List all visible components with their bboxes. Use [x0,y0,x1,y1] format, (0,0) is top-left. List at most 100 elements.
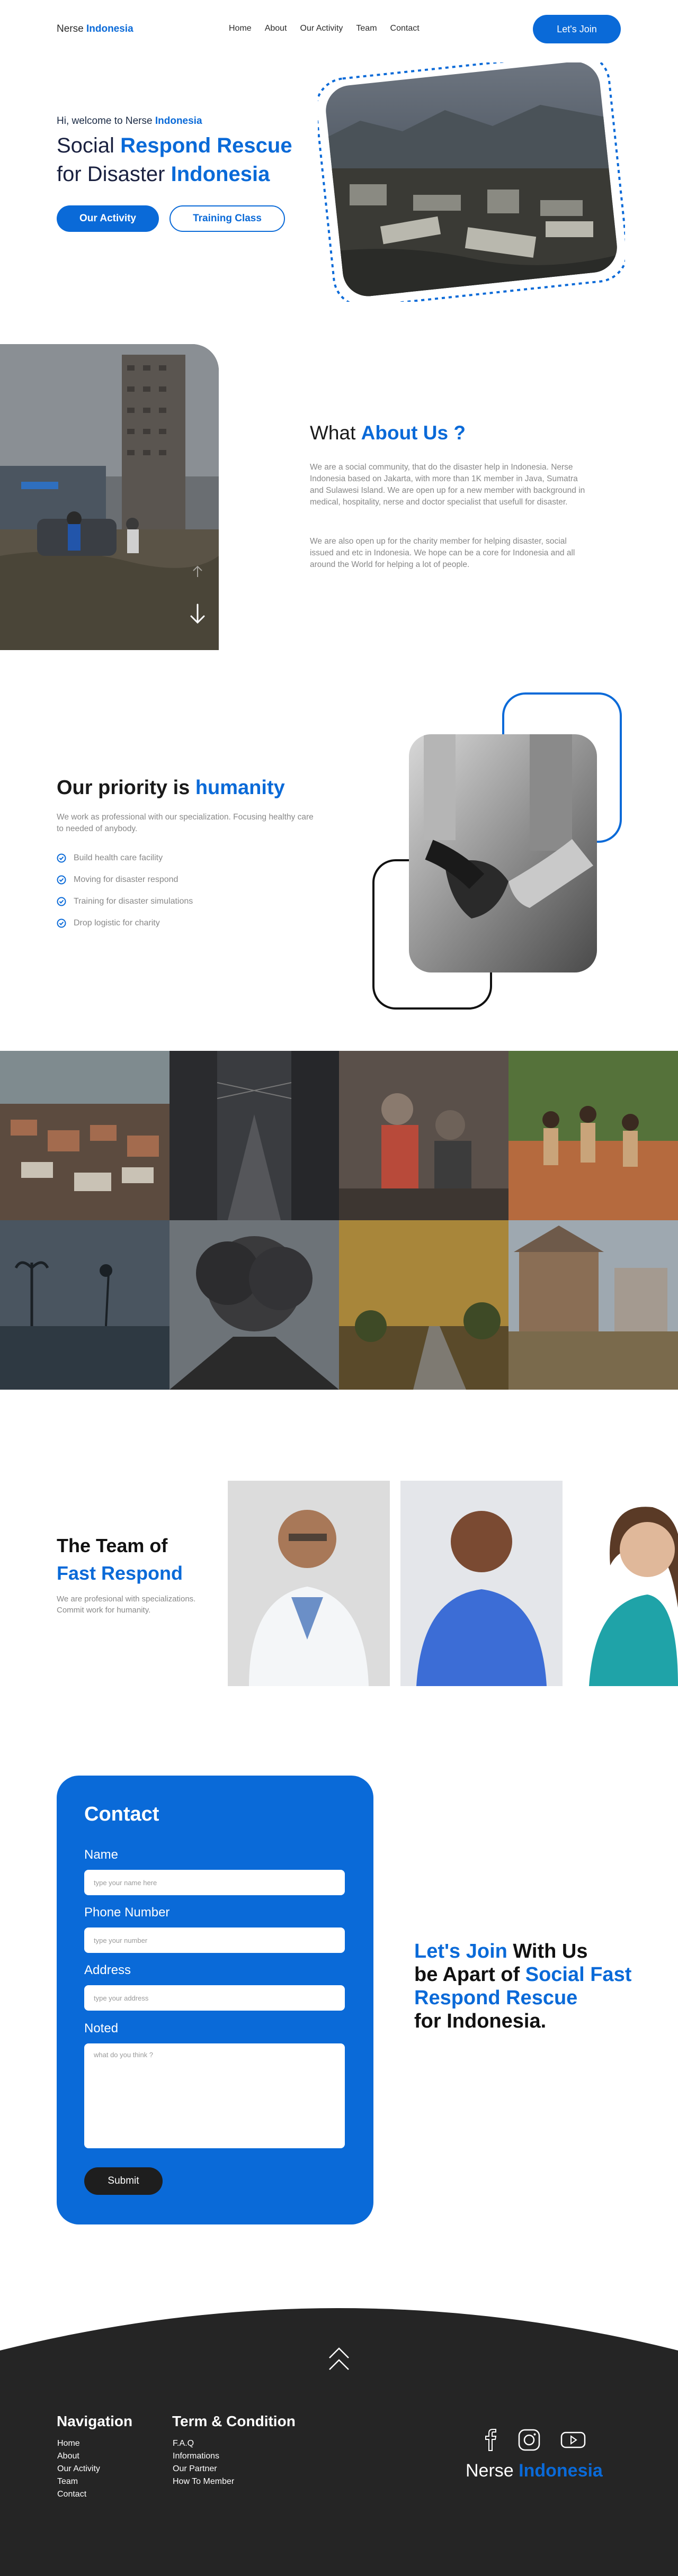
join-text-1: With Us [507,1940,588,1962]
gallery-image-destroyed-street [170,1051,339,1220]
priority-title-accent: humanity [195,777,285,799]
about-title-prefix: What [310,422,361,444]
phone-label: Phone Number [84,1905,170,1920]
footer-terms-links: F.A.Q Informations Our Partner How To Me… [173,2437,234,2488]
footer-brand-accent: Indonesia [519,2461,603,2481]
hero-title-line1-accent: Respond Rescue [120,134,292,157]
footer-link-team[interactable]: Team [57,2475,100,2488]
social-links [484,2429,586,2451]
address-label: Address [84,1963,131,1977]
instagram-icon[interactable] [518,2429,540,2451]
about-paragraph-2: We are also open up for the charity memb… [310,537,575,569]
priority-item-label: Drop logistic for charity [74,918,160,927]
priority-description: We work as professional with our special… [57,813,314,833]
hero-image [315,52,628,308]
team-member-photo-2 [400,1481,563,1686]
brand-logo[interactable]: Nerse Indonesia [57,23,133,35]
footer-link-home[interactable]: Home [57,2437,100,2450]
join-cta: Let's Join With Us be Apart of Social Fa… [414,1940,647,2033]
hero-title-line1-prefix: Social [57,134,121,157]
priority-item-label: Training for disaster simulations [74,896,193,906]
hero-greeting-accent: Indonesia [155,115,202,127]
gallery-image-children-running [508,1051,678,1220]
footer-link-our-activity[interactable]: Our Activity [57,2463,100,2475]
main-nav: Home About Our Activity Team Contact [229,24,420,33]
nav-link-team[interactable]: Team [356,24,377,33]
footer-brand-prefix: Nerse [466,2461,519,2481]
check-circle-icon [57,853,66,862]
contact-heading: Contact [84,1803,159,1825]
brand-prefix: Nerse [57,23,86,34]
team-member-photo-3 [573,1481,678,1686]
check-circle-icon [57,918,66,927]
list-item: Drop logistic for charity [57,912,193,934]
join-accent-1: Let's Join [414,1940,507,1962]
facebook-icon[interactable] [484,2429,498,2451]
footer-nav-links: Home About Our Activity Team Contact [57,2437,100,2501]
gallery-image-city-aerial [0,1051,170,1220]
footer-link-how-to-member[interactable]: How To Member [173,2475,234,2488]
disaster-gallery [0,1051,678,1390]
hero-greeting-prefix: Hi, welcome to Nerse [57,115,155,127]
team-title: The Team of Fast Respond [57,1532,183,1587]
scroll-down-arrow-icon[interactable] [188,604,207,625]
join-button[interactable]: Let's Join [533,15,621,43]
about-paragraph-1: We are a social community, that do the d… [310,463,585,507]
hero-title-line2-prefix: for Disaster [57,163,171,186]
priority-list: Build health care facility Moving for di… [57,847,193,934]
list-item: Moving for disaster respond [57,869,193,890]
hero-title: Social Respond Rescue for Disaster Indon… [57,131,292,188]
hero-title-line2-accent: Indonesia [171,163,270,186]
nav-link-our-activity[interactable]: Our Activity [300,24,343,33]
join-text-2: be Apart of [414,1963,525,1986]
team-title-line2: Fast Respond [57,1562,183,1584]
scroll-to-top-chevron-icon[interactable] [327,2346,351,2372]
team-title-line1: The Team of [57,1535,168,1556]
priority-item-label: Build health care facility [74,853,163,862]
team-description: We are profesional with specializations.… [57,1595,196,1615]
about-title: What About Us ? [310,422,466,444]
noted-label: Noted [84,2021,119,2035]
priority-image [371,691,625,1011]
footer-link-informations[interactable]: Informations [173,2450,234,2463]
nav-link-contact[interactable]: Contact [390,24,420,33]
team-member-card[interactable] [400,1481,563,1686]
footer-link-about[interactable]: About [57,2450,100,2463]
join-text-3: for Indonesia. [414,2010,547,2032]
nav-link-home[interactable]: Home [229,24,252,33]
noted-textarea[interactable]: what do you think ? [84,2043,345,2148]
footer-brand[interactable]: Nerse Indonesia [466,2461,603,2481]
footer-link-contact[interactable]: Contact [57,2488,100,2501]
priority-title: Our priority is humanity [57,777,285,799]
footer-link-our-partner[interactable]: Our Partner [173,2463,234,2475]
address-input[interactable]: type your address [84,1985,345,2011]
training-class-button[interactable]: Training Class [170,205,285,232]
name-input[interactable]: type your name here [84,1870,345,1895]
list-item: Build health care facility [57,847,193,869]
youtube-icon[interactable] [560,2429,586,2451]
nav-link-about[interactable]: About [265,24,287,33]
footer-terms-heading: Term & Condition [172,2413,296,2429]
hero-greeting: Hi, welcome to Nerse Indonesia [57,115,202,127]
gallery-image-volcano [170,1220,339,1390]
submit-button[interactable]: Submit [84,2167,163,2195]
team-member-card[interactable] [573,1481,678,1686]
about-image [0,344,219,650]
name-label: Name [84,1848,119,1862]
footer-nav-heading: Navigation [57,2413,133,2429]
list-item: Training for disaster simulations [57,890,193,912]
footer-link-faq[interactable]: F.A.Q [173,2437,234,2450]
about-title-accent: About Us ? [361,422,466,444]
team-member-photo-1 [228,1481,390,1686]
team-member-card[interactable] [228,1481,390,1686]
gallery-image-rescue-workers [339,1051,508,1220]
priority-title-prefix: Our priority is [57,777,195,799]
gallery-image-wildfire [339,1220,508,1390]
contact-form: Contact Name type your name here Phone N… [57,1776,373,2224]
our-activity-button[interactable]: Our Activity [57,205,159,232]
brand-accent: Indonesia [86,23,133,34]
gallery-image-flood [508,1220,678,1390]
check-circle-icon [57,875,66,884]
phone-input[interactable]: type your number [84,1928,345,1953]
gallery-image-storm [0,1220,170,1390]
